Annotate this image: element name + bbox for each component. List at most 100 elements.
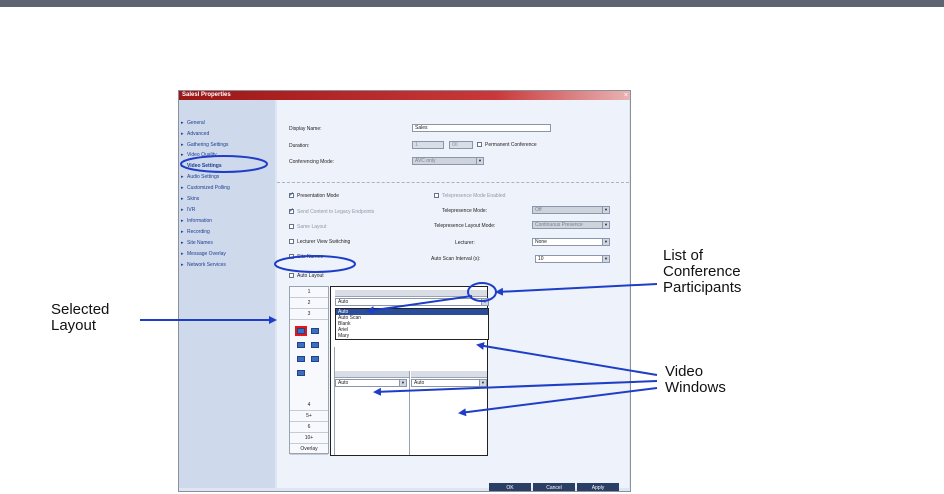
- auto-scan-label: Auto Scan Interval (s):: [431, 256, 481, 262]
- chevron-down-icon: ▼: [602, 207, 609, 213]
- layout-row-2[interactable]: 2: [290, 298, 328, 309]
- layout-row-3[interactable]: 3: [290, 309, 328, 320]
- telepresence-mode-label: Telepresence Mode:: [442, 208, 488, 214]
- lecturer-value: None: [535, 239, 547, 245]
- display-name-label: Display Name:: [289, 126, 322, 132]
- layout-row-5plus[interactable]: 5+: [290, 411, 328, 422]
- video-settings-panel: Display Name: Sales Duration: 1 00 Perma…: [277, 100, 629, 488]
- lecturer-select[interactable]: None ▼: [532, 238, 610, 246]
- sidebar-item-information[interactable]: Information: [181, 218, 212, 224]
- sidebar-item-audio-settings[interactable]: Audio Settings: [181, 174, 219, 180]
- display-name-field[interactable]: Sales: [412, 124, 551, 132]
- chevron-down-icon: ▼: [602, 222, 609, 228]
- layout-selector: 1 2 3 4 5+ 6 10+ Overlay: [289, 286, 329, 455]
- auto-layout-label: Auto Layout: [297, 273, 324, 279]
- telepresence-enabled-checkbox[interactable]: [434, 193, 439, 198]
- layout-row-10plus[interactable]: 10+: [290, 433, 328, 444]
- chevron-down-icon: ▼: [479, 380, 486, 386]
- apply-button[interactable]: Apply: [577, 483, 619, 491]
- sidebar-item-skins[interactable]: Skins: [181, 196, 199, 202]
- duration-minutes-field[interactable]: 00: [449, 141, 473, 149]
- video-window-header: [335, 371, 409, 378]
- layout-option-icon[interactable]: [311, 342, 319, 348]
- site-names-checkbox[interactable]: [289, 254, 294, 259]
- send-content-label: Send Content to Legacy Endpoints: [297, 209, 375, 215]
- same-layout-checkbox[interactable]: [289, 224, 294, 229]
- callout-line: Participants: [663, 279, 742, 296]
- layout-row-overlay[interactable]: Overlay: [290, 444, 328, 455]
- sidebar-item-site-names[interactable]: Site Names: [181, 240, 213, 246]
- permanent-conference-label: Permanent Conference: [485, 142, 537, 148]
- auto-scan-select[interactable]: 10 ▼: [535, 255, 610, 263]
- participants-callout: List of Conference Participants: [663, 248, 741, 296]
- sidebar-item-network-services[interactable]: Network Services: [181, 262, 226, 268]
- auto-layout-checkbox[interactable]: [289, 273, 294, 278]
- telepresence-layout-value: Continuous Presence: [535, 222, 583, 228]
- properties-dialog: Salesl Properties × General Advanced Gat…: [178, 90, 631, 492]
- selected-layout-callout: Selected Layout: [51, 302, 109, 334]
- lecturer-view-label: Lecturer View Switching: [297, 239, 351, 245]
- close-icon[interactable]: ×: [624, 91, 628, 100]
- layout-option-icon[interactable]: [297, 342, 305, 348]
- sidebar-item-general[interactable]: General: [181, 120, 205, 126]
- top-border-bar: [0, 0, 944, 7]
- telepresence-mode-select[interactable]: Off ▼: [532, 206, 610, 214]
- ok-button[interactable]: OK: [489, 483, 531, 491]
- dropdown-item-mary[interactable]: Mary: [336, 333, 488, 339]
- video-window-select-left[interactable]: Auto ▼: [335, 379, 407, 387]
- sidebar-item-customized-polling[interactable]: Customized Polling: [181, 185, 230, 191]
- callout-line: Video: [665, 363, 704, 380]
- section-divider: [277, 182, 629, 183]
- sidebar-item-video-quality[interactable]: Video Quality: [181, 152, 217, 158]
- selected-layout-icon[interactable]: [295, 326, 307, 336]
- callout-line: Conference: [663, 263, 741, 280]
- telepresence-enabled-label: Telepresence Mode Enabled: [442, 193, 506, 199]
- video-window-select-right[interactable]: Auto ▼: [411, 379, 487, 387]
- duration-hours-field[interactable]: 1: [412, 141, 444, 149]
- video-window-divider: [334, 347, 335, 455]
- callout-line: List of: [663, 247, 704, 264]
- chevron-down-icon: ▼: [399, 380, 406, 386]
- video-window-divider: [409, 371, 410, 455]
- participant-dropdown-list: Auto Auto Scan Blank Ariel Mary: [335, 308, 489, 340]
- sidebar-item-ivr[interactable]: IVR: [181, 207, 196, 213]
- participant-select-value: Auto: [338, 299, 349, 305]
- conferencing-mode-select[interactable]: AVC only ▼: [412, 157, 484, 165]
- dialog-titlebar: Salesl Properties ×: [179, 91, 630, 100]
- chevron-down-icon: ▼: [476, 158, 483, 164]
- video-layout-pane: Auto ▼ Auto Auto Scan Blank Ariel Mary A…: [330, 286, 489, 456]
- callout-line: Layout: [51, 317, 97, 334]
- layout-option-icon[interactable]: [297, 370, 305, 376]
- callout-line: Selected: [51, 301, 110, 318]
- cancel-button[interactable]: Cancel: [533, 483, 575, 491]
- layout-row-4[interactable]: 4: [290, 400, 328, 411]
- layout-option-icon[interactable]: [311, 328, 319, 334]
- sidebar-item-message-overlay[interactable]: Message Overlay: [181, 251, 226, 257]
- sidebar-item-gathering-settings[interactable]: Gathering Settings: [181, 142, 228, 148]
- layout-option-icon[interactable]: [297, 356, 305, 362]
- video-windows-callout: Video Windows: [665, 364, 726, 396]
- participant-select[interactable]: Auto ▼: [335, 298, 489, 306]
- same-layout-label: Same Layout: [297, 224, 327, 230]
- video-window-right-value: Auto: [414, 380, 425, 386]
- presentation-mode-checkbox[interactable]: [289, 191, 294, 198]
- chevron-down-icon: ▼: [602, 256, 609, 262]
- dialog-title: Salesl Properties: [182, 92, 231, 98]
- telepresence-layout-label: Telepresence Layout Mode:: [434, 223, 496, 229]
- telepresence-layout-select[interactable]: Continuous Presence ▼: [532, 221, 610, 229]
- settings-sidebar: General Advanced Gathering Settings Vide…: [179, 100, 275, 488]
- sidebar-item-video-settings[interactable]: Video Settings: [181, 163, 222, 169]
- layout-row-1[interactable]: 1: [290, 287, 328, 298]
- sidebar-item-advanced[interactable]: Advanced: [181, 131, 209, 137]
- auto-scan-value: 10: [538, 256, 544, 262]
- sidebar-item-recording[interactable]: Recording: [181, 229, 210, 235]
- lecturer-view-checkbox[interactable]: [289, 239, 294, 244]
- conferencing-mode-value: AVC only: [415, 158, 436, 164]
- video-window-header: [411, 371, 487, 378]
- presentation-mode-label: Presentation Mode: [297, 193, 339, 199]
- permanent-conference-checkbox[interactable]: [477, 142, 482, 147]
- send-content-checkbox[interactable]: [289, 207, 294, 214]
- video-window-header: [335, 290, 487, 297]
- layout-row-6[interactable]: 6: [290, 422, 328, 433]
- layout-option-icon[interactable]: [311, 356, 319, 362]
